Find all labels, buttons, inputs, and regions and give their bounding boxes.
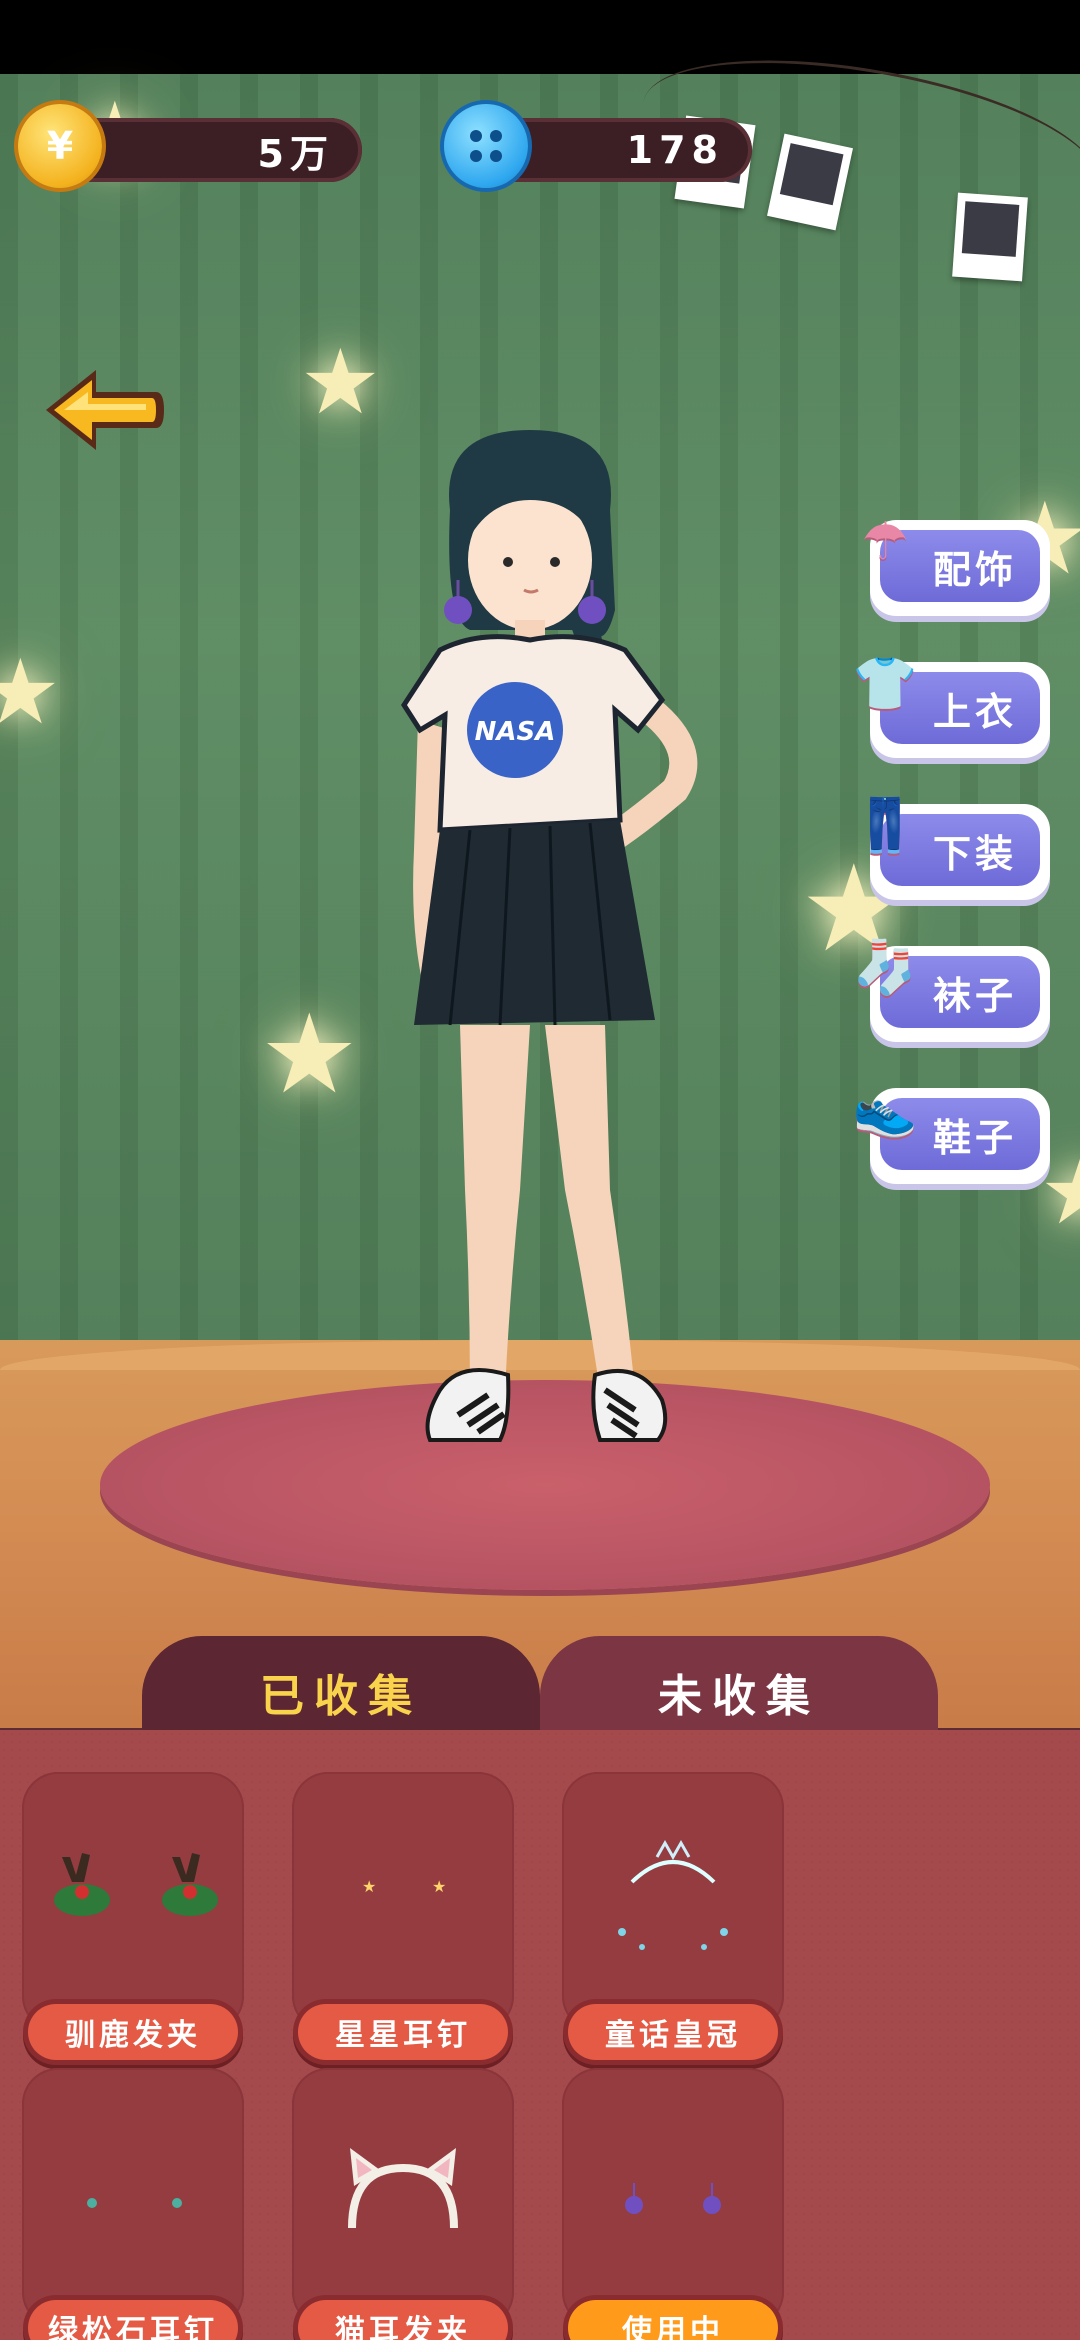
coin-amount: 5万 bbox=[257, 131, 334, 176]
button-amount: 178 bbox=[626, 128, 724, 172]
category-button-bottoms[interactable]: 下装 👖 bbox=[853, 796, 1050, 900]
item-card[interactable]: 童话皇冠 bbox=[562, 1772, 784, 2062]
category-button-accessories[interactable]: 配饰 ☂ bbox=[862, 512, 1050, 616]
item-label: 童话皇冠 bbox=[568, 2004, 778, 2060]
item-card[interactable]: 驯鹿发夹 bbox=[22, 1772, 244, 2062]
item-label: 驯鹿发夹 bbox=[28, 2004, 238, 2060]
star-decoration: ★ bbox=[260, 990, 359, 1118]
category-button-socks[interactable]: 袜子 🧦 bbox=[853, 938, 1050, 1042]
star-decoration: ★ bbox=[0, 640, 61, 745]
item-card[interactable]: 猫耳发夹 bbox=[292, 2068, 514, 2340]
pants-icon: 👖 bbox=[852, 796, 918, 856]
svg-text:★: ★ bbox=[362, 1877, 376, 1896]
purple-earring-icon bbox=[625, 2183, 721, 2214]
category-button-tops[interactable]: 上衣 👕 bbox=[853, 654, 1050, 758]
star-decoration: ★ bbox=[300, 330, 381, 435]
item-label: 绿松石耳钉 bbox=[28, 2300, 238, 2340]
button-currency-icon bbox=[444, 104, 528, 188]
category-button-shoes[interactable]: 鞋子 👟 bbox=[853, 1080, 1050, 1184]
hat-icon: ☂ bbox=[861, 512, 909, 572]
turquoise-earring-icon bbox=[87, 2198, 182, 2208]
item-label: 猫耳发夹 bbox=[298, 2300, 508, 2340]
hanging-photo bbox=[952, 192, 1028, 282]
star-earring-icon: ★ ★ bbox=[362, 1877, 446, 1896]
coin-icon: ¥ bbox=[18, 104, 102, 188]
cat-ear-clip-icon bbox=[348, 2148, 458, 2229]
in-use-button: 使用中 bbox=[568, 2300, 778, 2340]
svg-text:★: ★ bbox=[432, 1877, 446, 1896]
item-card-equipped[interactable]: 使用中 bbox=[562, 2068, 784, 2340]
item-card[interactable]: 绿松石耳钉 bbox=[22, 2068, 244, 2340]
fairy-crown-icon bbox=[618, 1839, 728, 1950]
dress-up-character: NASA bbox=[401, 430, 698, 1442]
status-bar bbox=[0, 0, 1080, 74]
shirt-icon: 👕 bbox=[852, 654, 918, 714]
dress-up-screen: ★ ★ ★ ★ ★ ★ ★ 5万 ¥ 178 bbox=[0, 0, 1080, 2340]
item-card[interactable]: ★ ★ 星星耳钉 bbox=[292, 1772, 514, 2062]
reindeer-clip-icon bbox=[54, 1853, 218, 1916]
back-arrow-icon[interactable] bbox=[38, 360, 168, 460]
shirt-print: NASA bbox=[475, 717, 556, 747]
sock-icon: 🧦 bbox=[852, 938, 918, 998]
item-label: 星星耳钉 bbox=[298, 2004, 508, 2060]
shoe-icon: 👟 bbox=[852, 1080, 918, 1140]
